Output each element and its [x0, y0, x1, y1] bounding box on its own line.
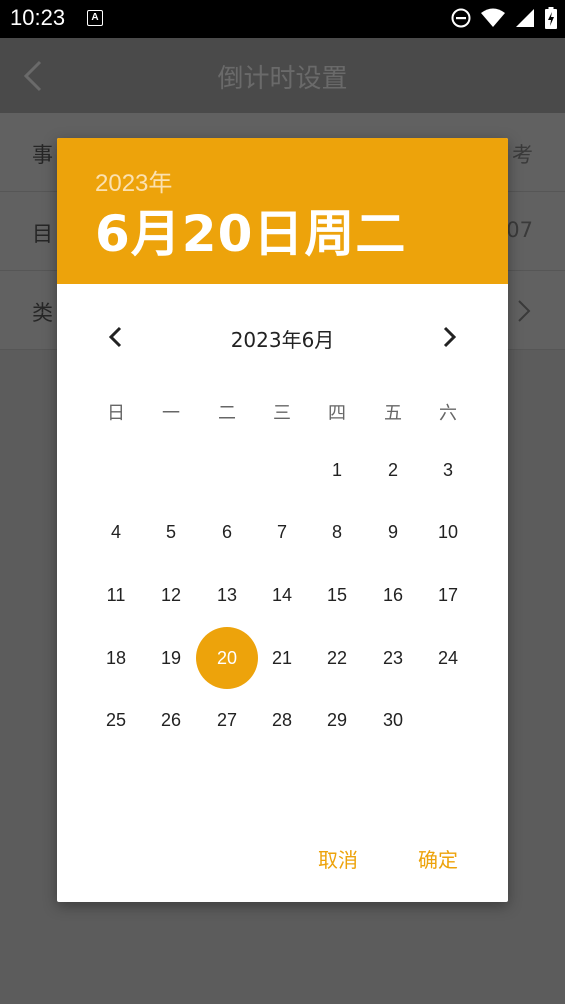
status-icons: [451, 7, 557, 29]
cell-signal-icon: [516, 9, 534, 27]
calendar-day[interactable]: 23: [362, 627, 424, 689]
calendar-day[interactable]: 9: [362, 501, 424, 563]
calendar-day[interactable]: 26: [140, 689, 202, 751]
weekday-label: 六: [439, 403, 457, 424]
calendar-day[interactable]: 16: [362, 564, 424, 626]
calendar-day[interactable]: 7: [251, 501, 313, 563]
calendar-day[interactable]: 21: [251, 627, 313, 689]
wifi-icon: [481, 8, 505, 27]
calendar-day[interactable]: 1: [306, 439, 368, 501]
calendar-day[interactable]: 2: [362, 439, 424, 501]
status-bar: 10:23 A: [0, 0, 565, 38]
calendar-day[interactable]: 10: [417, 501, 479, 563]
row-value: 07: [506, 218, 533, 242]
row-label: 目: [32, 222, 53, 246]
calendar-day[interactable]: 22: [306, 627, 368, 689]
calendar-day[interactable]: 19: [140, 627, 202, 689]
weekday-label: 五: [384, 403, 402, 424]
calendar-day[interactable]: 3: [417, 439, 479, 501]
calendar-day[interactable]: 4: [85, 501, 147, 563]
header-year[interactable]: 2023年: [95, 163, 172, 198]
calendar-day[interactable]: 14: [251, 564, 313, 626]
calendar-day[interactable]: 13: [196, 564, 258, 626]
calendar-day[interactable]: 11: [85, 564, 147, 626]
calendar-day[interactable]: 12: [140, 564, 202, 626]
next-month-icon[interactable]: [438, 325, 460, 349]
page-title: 倒计时设置: [217, 64, 348, 94]
weekday-label: 一: [162, 403, 180, 424]
header-selected-date[interactable]: 6月20日周二: [95, 194, 406, 266]
calendar-day[interactable]: 28: [251, 689, 313, 751]
battery-charging-icon: [545, 7, 557, 29]
weekday-label: 二: [218, 403, 236, 424]
calendar-day[interactable]: 29: [306, 689, 368, 751]
status-time: 10:23: [10, 5, 66, 30]
row-value: 考: [512, 143, 533, 167]
date-picker-dialog: 2023年 6月20日周二 2023年6月 日一二三四五六 1234567891…: [57, 138, 508, 902]
date-picker-header: 2023年 6月20日周二: [57, 138, 508, 284]
selected-day[interactable]: 20: [196, 627, 258, 689]
calendar-day[interactable]: 8: [306, 501, 368, 563]
calendar-day[interactable]: 30: [362, 689, 424, 751]
accessibility-notification-icon: A: [87, 10, 103, 26]
app-bar: 倒计时设置: [0, 38, 565, 113]
weekday-label: 日: [107, 403, 125, 424]
confirm-button[interactable]: 确定: [418, 844, 458, 873]
chevron-right-icon: [518, 300, 531, 322]
weekday-label: 三: [273, 403, 291, 424]
calendar-day[interactable]: 6: [196, 501, 258, 563]
row-label: 事: [32, 143, 53, 167]
calendar-day[interactable]: 25: [85, 689, 147, 751]
calendar-day[interactable]: 18: [85, 627, 147, 689]
row-label: 类: [32, 301, 53, 325]
weekday-label: 四: [328, 403, 346, 424]
calendar-day[interactable]: 15: [306, 564, 368, 626]
calendar-day[interactable]: 24: [417, 627, 479, 689]
calendar-day[interactable]: 27: [196, 689, 258, 751]
calendar-day[interactable]: 17: [417, 564, 479, 626]
do-not-disturb-icon: [451, 8, 471, 28]
calendar-day[interactable]: 5: [140, 501, 202, 563]
cancel-button[interactable]: 取消: [318, 844, 358, 873]
